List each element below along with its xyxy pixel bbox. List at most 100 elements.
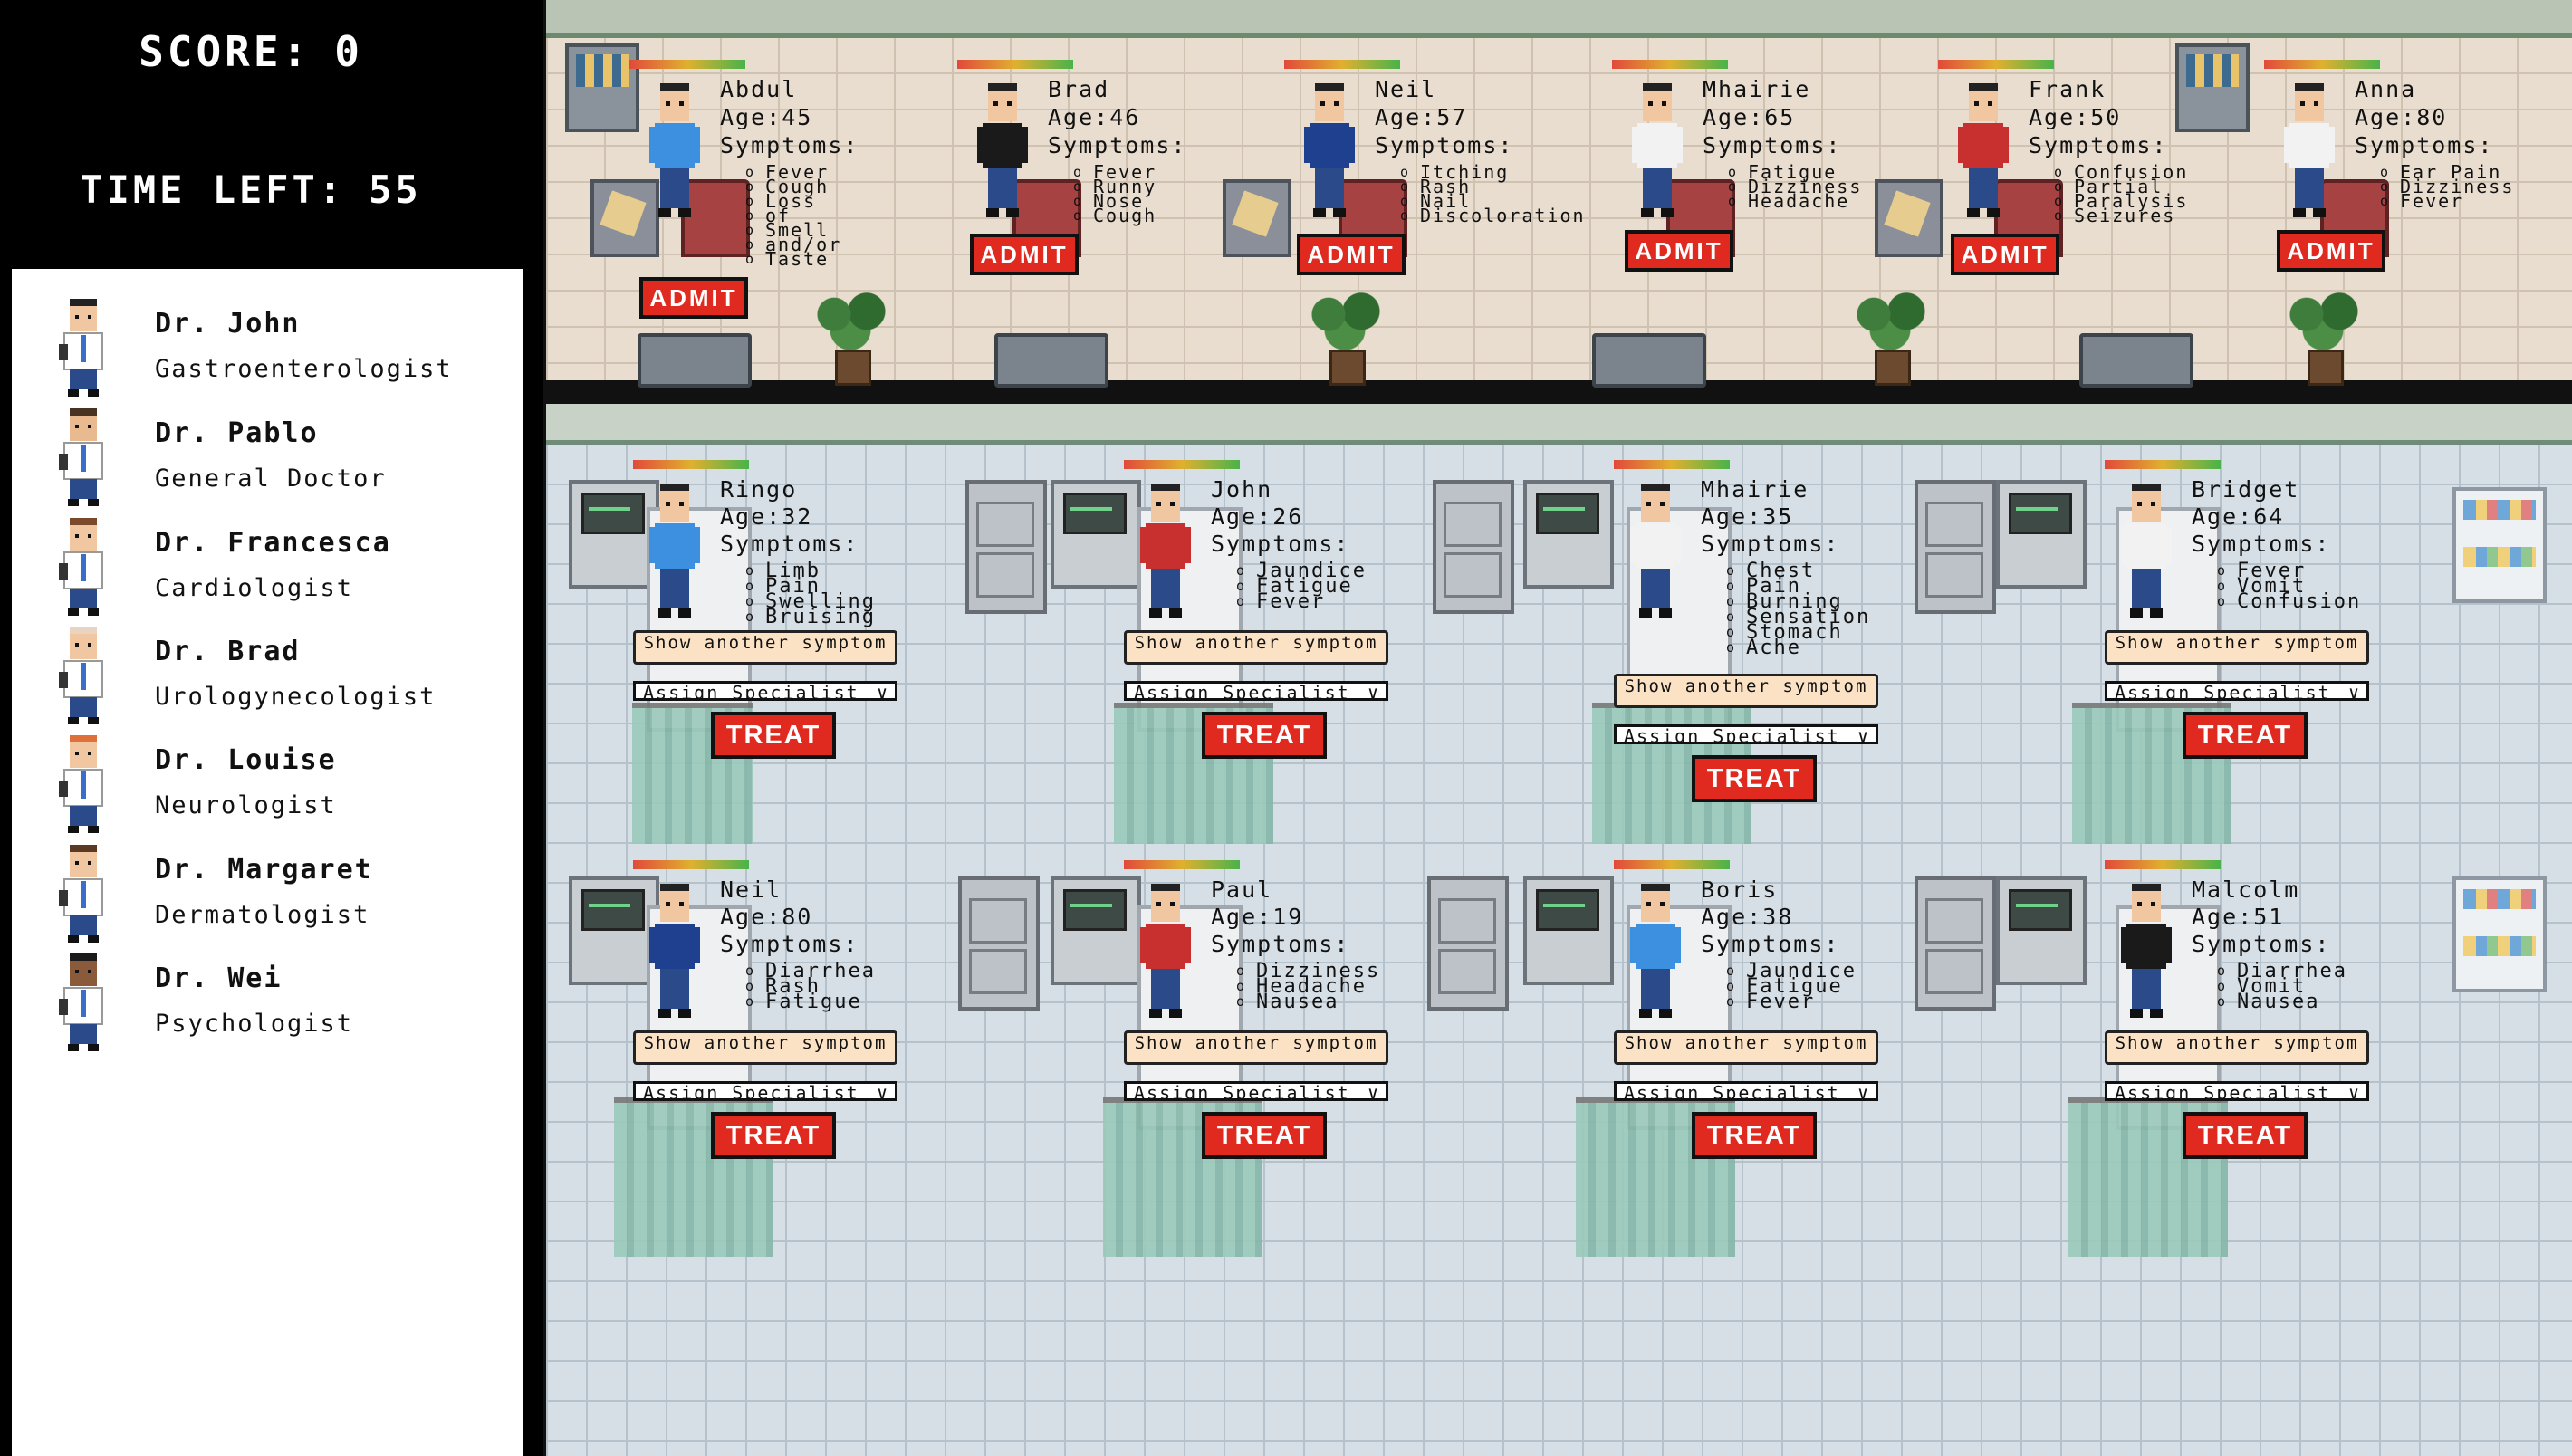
vending-machine [565,43,639,132]
waste-bin [1223,179,1291,257]
admit-button[interactable]: ADMIT [1625,230,1733,272]
patient-sprite [977,83,1028,223]
patient-age: Age:51 [2192,904,2285,930]
show-symptom-button[interactable]: Show another symptom [1124,630,1388,665]
admit-button[interactable]: ADMIT [639,277,748,319]
supply-shelf [2452,876,2547,992]
treat-button[interactable]: TREAT [1202,712,1327,759]
health-bar [2105,860,2221,869]
doctor-specialty: Neurologist [155,791,337,819]
health-bar [1938,60,2054,69]
symptom-list: LimbPainSwellingBruising [738,561,876,627]
assign-specialist-select[interactable]: Assign Specialist ∨ [1614,724,1878,744]
doctor-avatar[interactable] [55,408,113,506]
patient-age: Age:35 [1701,503,1794,530]
patient-age: Age:65 [1703,104,1796,130]
admit-button[interactable]: ADMIT [1951,234,2059,275]
symptom-list: Ear PainDizzinessFever [2373,163,2514,210]
symptoms-label: Symptoms: [1211,531,1350,557]
patient-name: Brad [1048,76,1110,102]
assign-specialist-select[interactable]: Assign Specialist ∨ [2105,681,2369,701]
show-symptom-button[interactable]: Show another symptom [1124,1030,1388,1065]
patient-monitor [1051,480,1141,589]
symptom-list: DizzinessHeadacheNausea [1229,962,1380,1012]
doctor-card[interactable]: Dr. Pablo General Doctor [48,405,510,506]
show-symptom-button[interactable]: Show another symptom [633,630,897,665]
doctor-avatar[interactable] [55,735,113,833]
patient-age: Age:64 [2192,503,2285,530]
doctor-avatar[interactable] [55,299,113,397]
patient-name: Frank [2029,76,2107,102]
treat-button[interactable]: TREAT [2183,1112,2308,1159]
assign-specialist-select[interactable]: Assign Specialist ∨ [1124,681,1388,701]
doctor-card[interactable]: Dr. Margaret Dermatologist [48,841,510,943]
doctor-card[interactable]: Dr. Brad Urologynecologist [48,623,510,724]
patient-monitor [569,876,659,985]
doctor-name: Dr. Louise [155,744,337,776]
doctor-avatar[interactable] [55,845,113,943]
assign-specialist-select[interactable]: Assign Specialist ∨ [2105,1081,2369,1101]
patient-name: Mhairie [1703,76,1811,102]
patient-sprite [1630,884,1681,1023]
health-bar [1284,60,1400,69]
timer-display: TIME LEFT: 55 [0,168,525,212]
admit-button[interactable]: ADMIT [970,234,1079,275]
patient-age: Age:38 [1701,904,1794,930]
chevron-down-icon: ∨ [876,1082,889,1101]
symptom-item: Confusion [2210,592,2361,612]
medical-cabinet [1433,480,1514,614]
doctor-avatar[interactable] [55,627,113,724]
patient-sprite [1632,83,1683,223]
health-bar [1124,860,1240,869]
symptoms-label: Symptoms: [1048,132,1187,158]
doctor-card[interactable]: Dr. Louise Neurologist [48,732,510,833]
doctor-specialty: Gastroenterologist [155,355,453,383]
assign-specialist-select[interactable]: Assign Specialist ∨ [633,1081,897,1101]
time-label: TIME LEFT: [80,168,346,212]
patient-age: Age:46 [1048,104,1141,130]
admit-button[interactable]: ADMIT [2277,230,2385,272]
treat-button[interactable]: TREAT [2183,712,2308,759]
patient-name: Neil [720,876,782,903]
show-symptom-button[interactable]: Show another symptom [1614,1030,1878,1065]
bench [638,333,752,388]
symptom-item: Discoloration [1393,206,1586,225]
assign-specialist-label: Assign Specialist [1134,682,1350,701]
symptoms-label: Symptoms: [1703,132,1842,158]
doctor-list: Dr. John Gastroenterologist Dr. Pablo Gener… [12,269,523,1456]
treat-button[interactable]: TREAT [1692,755,1817,802]
doctor-card[interactable]: Dr. Wei Psychologist [48,950,510,1051]
potted-plant [1304,290,1386,386]
assign-specialist-select[interactable]: Assign Specialist ∨ [1614,1081,1878,1101]
waste-bin [1875,179,1943,257]
treat-button[interactable]: TREAT [711,1112,836,1159]
symptom-list: ChestPainBurningSensationStomachAche [1719,561,1870,658]
health-bar [1614,860,1730,869]
symptoms-label: Symptoms: [2192,931,2331,957]
patient-name: Anna [2355,76,2417,102]
patient-age: Age:50 [2029,104,2122,130]
symptom-item: Fever [1229,592,1367,612]
supply-shelf [2452,487,2547,603]
show-symptom-button[interactable]: Show another symptom [2105,1030,2369,1065]
show-symptom-button[interactable]: Show another symptom [1614,674,1878,708]
doctor-avatar[interactable] [55,518,113,616]
treat-button[interactable]: TREAT [1202,1112,1327,1159]
doctor-card[interactable]: Dr. John Gastroenterologist [48,295,510,397]
time-value: 55 [369,168,422,212]
show-symptom-button[interactable]: Show another symptom [633,1030,897,1065]
doctor-card[interactable]: Dr. Francesca Cardiologist [48,514,510,616]
admit-button[interactable]: ADMIT [1297,234,1406,275]
doctor-name: Dr. Pablo [155,417,319,449]
patient-monitor [1996,480,2087,589]
doctor-avatar[interactable] [55,953,113,1051]
doctor-specialty: Cardiologist [155,574,354,602]
treat-button[interactable]: TREAT [1692,1112,1817,1159]
show-symptom-button[interactable]: Show another symptom [2105,630,2369,665]
assign-specialist-select[interactable]: Assign Specialist ∨ [633,681,897,701]
vending-machine [2175,43,2250,132]
chevron-down-icon: ∨ [1367,682,1380,701]
assign-specialist-select[interactable]: Assign Specialist ∨ [1124,1081,1388,1101]
symptom-list: FeverVomitConfusion [2210,561,2361,612]
treat-button[interactable]: TREAT [711,712,836,759]
